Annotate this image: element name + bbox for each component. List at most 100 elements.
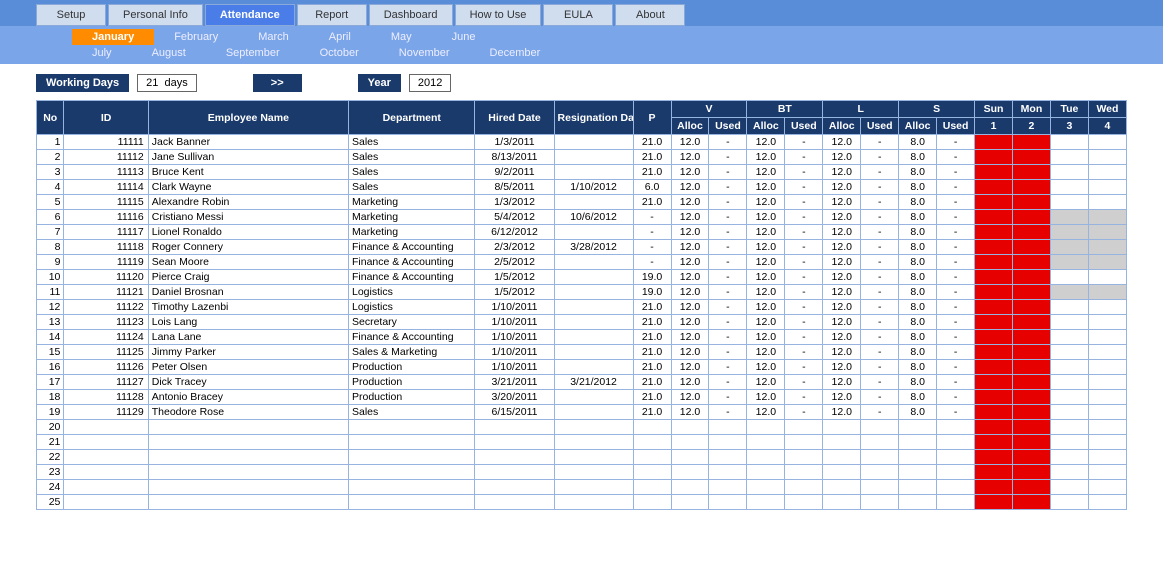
cell-p[interactable]: 21.0 <box>633 375 671 390</box>
cell-name[interactable]: Cristiano Messi <box>148 210 348 225</box>
cell-day-4[interactable] <box>1088 180 1126 195</box>
cell-s_u[interactable]: - <box>937 270 975 285</box>
cell-hired[interactable]: 1/10/2011 <box>475 300 554 315</box>
table-row[interactable]: 1211122Timothy LazenbiLogistics1/10/2011… <box>37 300 1127 315</box>
cell-l_u[interactable]: - <box>861 180 899 195</box>
cell-day-3[interactable] <box>1050 345 1088 360</box>
month-february[interactable]: February <box>154 29 238 45</box>
cell-dept[interactable]: Sales <box>349 405 475 420</box>
cell-v_u[interactable]: - <box>709 135 747 150</box>
cell-dept[interactable] <box>349 420 475 435</box>
cell-bt_a[interactable] <box>747 480 785 495</box>
cell-hired[interactable]: 3/21/2011 <box>475 375 554 390</box>
cell-resig[interactable] <box>554 420 633 435</box>
cell-v_u[interactable] <box>709 465 747 480</box>
table-row[interactable]: 25 <box>37 495 1127 510</box>
next-button[interactable]: >> <box>253 74 302 92</box>
cell-bt_a[interactable]: 12.0 <box>747 330 785 345</box>
cell-hired[interactable]: 9/2/2011 <box>475 165 554 180</box>
cell-hired[interactable]: 1/10/2011 <box>475 330 554 345</box>
cell-v_u[interactable]: - <box>709 405 747 420</box>
cell-day-1[interactable] <box>975 435 1013 450</box>
cell-day-1[interactable] <box>975 360 1013 375</box>
cell-no[interactable]: 24 <box>37 480 64 495</box>
cell-no[interactable]: 8 <box>37 240 64 255</box>
table-row[interactable]: 1611126Peter OlsenProduction1/10/201121.… <box>37 360 1127 375</box>
cell-p[interactable]: 21.0 <box>633 390 671 405</box>
cell-bt_u[interactable]: - <box>785 135 823 150</box>
cell-hired[interactable]: 5/4/2012 <box>475 210 554 225</box>
cell-hired[interactable] <box>475 420 554 435</box>
cell-l_u[interactable]: - <box>861 330 899 345</box>
cell-s_a[interactable] <box>899 435 937 450</box>
cell-s_a[interactable]: 8.0 <box>899 345 937 360</box>
cell-day-3[interactable] <box>1050 405 1088 420</box>
cell-day-1[interactable] <box>975 210 1013 225</box>
cell-dept[interactable]: Production <box>349 390 475 405</box>
cell-resig[interactable] <box>554 285 633 300</box>
cell-hired[interactable]: 1/3/2012 <box>475 195 554 210</box>
cell-hired[interactable]: 1/10/2011 <box>475 345 554 360</box>
cell-bt_u[interactable]: - <box>785 375 823 390</box>
cell-resig[interactable] <box>554 435 633 450</box>
cell-resig[interactable]: 1/10/2012 <box>554 180 633 195</box>
cell-name[interactable]: Peter Olsen <box>148 360 348 375</box>
cell-resig[interactable] <box>554 330 633 345</box>
cell-day-1[interactable] <box>975 315 1013 330</box>
cell-l_a[interactable]: 12.0 <box>823 360 861 375</box>
cell-day-3[interactable] <box>1050 435 1088 450</box>
cell-s_u[interactable]: - <box>937 165 975 180</box>
cell-day-4[interactable] <box>1088 270 1126 285</box>
cell-no[interactable]: 18 <box>37 390 64 405</box>
cell-dept[interactable]: Production <box>349 360 475 375</box>
cell-id[interactable]: 11114 <box>64 180 148 195</box>
cell-id[interactable]: 11112 <box>64 150 148 165</box>
cell-bt_u[interactable]: - <box>785 315 823 330</box>
cell-s_u[interactable]: - <box>937 285 975 300</box>
cell-v_u[interactable]: - <box>709 210 747 225</box>
month-july[interactable]: July <box>72 45 132 61</box>
cell-v_a[interactable]: 12.0 <box>671 180 709 195</box>
cell-day-1[interactable] <box>975 330 1013 345</box>
cell-day-1[interactable] <box>975 285 1013 300</box>
cell-p[interactable]: 21.0 <box>633 360 671 375</box>
cell-bt_u[interactable]: - <box>785 270 823 285</box>
month-june[interactable]: June <box>432 29 496 45</box>
cell-l_u[interactable]: - <box>861 285 899 300</box>
cell-l_u[interactable] <box>861 495 899 510</box>
cell-l_a[interactable]: 12.0 <box>823 150 861 165</box>
cell-name[interactable]: Lois Lang <box>148 315 348 330</box>
month-april[interactable]: April <box>309 29 371 45</box>
cell-v_a[interactable]: 12.0 <box>671 345 709 360</box>
cell-dept[interactable] <box>349 480 475 495</box>
cell-name[interactable]: Jane Sullivan <box>148 150 348 165</box>
table-row[interactable]: 24 <box>37 480 1127 495</box>
cell-name[interactable] <box>148 420 348 435</box>
cell-day-2[interactable] <box>1013 165 1051 180</box>
cell-no[interactable]: 5 <box>37 195 64 210</box>
cell-day-4[interactable] <box>1088 480 1126 495</box>
cell-p[interactable]: 21.0 <box>633 150 671 165</box>
cell-dept[interactable]: Marketing <box>349 210 475 225</box>
cell-bt_u[interactable] <box>785 465 823 480</box>
cell-l_u[interactable]: - <box>861 270 899 285</box>
table-row[interactable]: 1511125Jimmy ParkerSales & Marketing1/10… <box>37 345 1127 360</box>
cell-no[interactable]: 21 <box>37 435 64 450</box>
cell-hired[interactable]: 8/5/2011 <box>475 180 554 195</box>
cell-bt_u[interactable] <box>785 435 823 450</box>
cell-day-2[interactable] <box>1013 240 1051 255</box>
cell-l_a[interactable]: 12.0 <box>823 300 861 315</box>
cell-day-4[interactable] <box>1088 315 1126 330</box>
cell-hired[interactable]: 1/5/2012 <box>475 285 554 300</box>
cell-s_u[interactable]: - <box>937 255 975 270</box>
cell-day-3[interactable] <box>1050 270 1088 285</box>
table-row[interactable]: 511115Alexandre RobinMarketing1/3/201221… <box>37 195 1127 210</box>
cell-p[interactable] <box>633 435 671 450</box>
cell-s_a[interactable]: 8.0 <box>899 360 937 375</box>
cell-id[interactable]: 11111 <box>64 135 148 150</box>
cell-bt_a[interactable]: 12.0 <box>747 405 785 420</box>
cell-resig[interactable] <box>554 480 633 495</box>
cell-day-3[interactable] <box>1050 465 1088 480</box>
cell-id[interactable] <box>64 480 148 495</box>
cell-s_u[interactable]: - <box>937 240 975 255</box>
